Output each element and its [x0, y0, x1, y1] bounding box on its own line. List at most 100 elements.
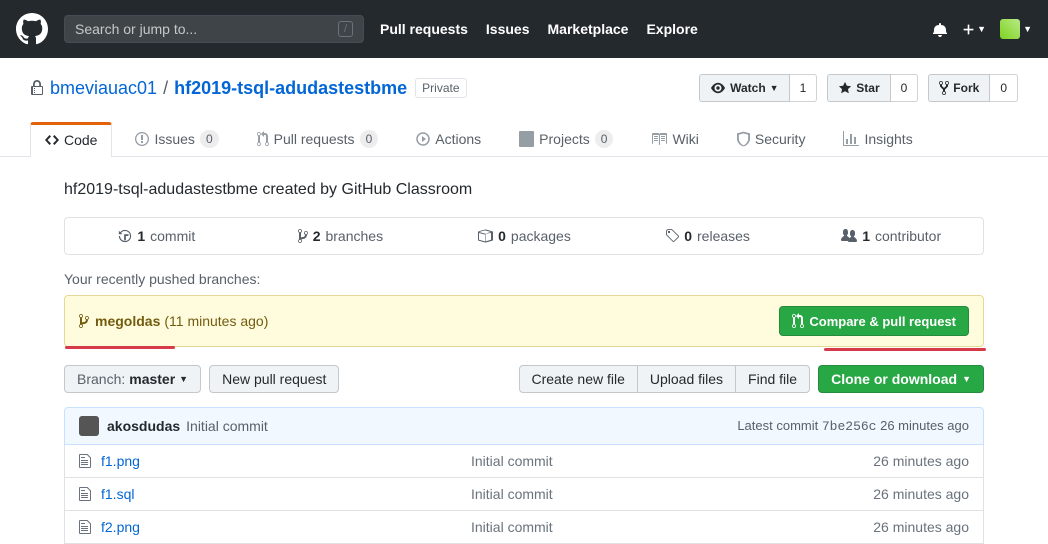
- nav-explore[interactable]: Explore: [646, 21, 697, 37]
- caret-down-icon: ▼: [1023, 24, 1032, 34]
- stat-packages[interactable]: 0 packages: [432, 218, 616, 254]
- repo-description: hf2019-tsql-adudastestbme created by Git…: [64, 181, 984, 199]
- repo-header: bmeviauac01 / hf2019-tsql-adudastestbme …: [0, 58, 1048, 102]
- repo-name-link[interactable]: hf2019-tsql-adudastestbme: [174, 78, 407, 99]
- nav-pull-requests[interactable]: Pull requests: [380, 21, 468, 37]
- caret-down-icon: ▼: [977, 24, 986, 34]
- caret-down-icon: ▼: [179, 374, 188, 384]
- file-name-link[interactable]: f2.png: [101, 519, 471, 535]
- find-file-button[interactable]: Find file: [735, 365, 810, 393]
- watch-count[interactable]: 1: [790, 74, 818, 102]
- branch-alert: megoldas (11 minutes ago) Compare & pull…: [64, 295, 984, 347]
- annotation-underline: [65, 346, 175, 349]
- nav-issues[interactable]: Issues: [486, 21, 530, 37]
- commit-bar: akosdudas Initial commit Latest commit 7…: [64, 407, 984, 445]
- nav-links: Pull requests Issues Marketplace Explore: [380, 21, 698, 37]
- file-actions-group: Create new file Upload files Find file: [519, 365, 811, 393]
- eye-icon: [710, 81, 726, 95]
- tab-insights[interactable]: Insights: [828, 122, 927, 156]
- graph-icon: [843, 131, 859, 147]
- main-container: hf2019-tsql-adudastestbme created by Git…: [34, 157, 1014, 544]
- issue-icon: [135, 131, 149, 147]
- tab-issues[interactable]: Issues0: [120, 122, 233, 156]
- file-row: f1.sqlInitial commit26 minutes ago: [64, 478, 984, 511]
- history-icon: [118, 229, 132, 243]
- code-icon: [45, 132, 59, 148]
- commit-author[interactable]: akosdudas: [107, 418, 180, 434]
- file-commit-msg[interactable]: Initial commit: [471, 453, 873, 469]
- pr-icon: [792, 313, 804, 329]
- tab-security[interactable]: Security: [722, 122, 821, 156]
- user-menu[interactable]: ▼: [1000, 19, 1032, 39]
- file-toolbar: Branch: master ▼ New pull request Create…: [64, 365, 984, 393]
- search-input[interactable]: [75, 21, 338, 37]
- fork-button[interactable]: Fork: [928, 74, 990, 102]
- stat-commits[interactable]: 1 commit: [65, 218, 249, 254]
- watch-button[interactable]: Watch▼: [699, 74, 789, 102]
- repo-owner-link[interactable]: bmeviauac01: [50, 78, 157, 99]
- commit-message[interactable]: Initial commit: [186, 418, 268, 434]
- tab-wiki[interactable]: Wiki: [636, 122, 713, 156]
- file-time: 26 minutes ago: [873, 519, 969, 535]
- plus-icon: [962, 23, 975, 36]
- repo-actions: Watch▼ 1 Star 0 Fork 0: [699, 74, 1018, 102]
- file-row: f1.pngInitial commit26 minutes ago: [64, 445, 984, 478]
- pushed-branches-label: Your recently pushed branches:: [64, 271, 984, 287]
- avatar-icon: [1000, 19, 1020, 39]
- pushed-branch-link[interactable]: megoldas: [95, 313, 160, 329]
- header-right: ▼ ▼: [932, 19, 1032, 39]
- file-icon: [79, 453, 91, 469]
- tab-code[interactable]: Code: [30, 122, 112, 157]
- stat-releases[interactable]: 0 releases: [616, 218, 800, 254]
- star-count[interactable]: 0: [891, 74, 919, 102]
- file-row: f2.pngInitial commit26 minutes ago: [64, 511, 984, 544]
- people-icon: [841, 228, 857, 244]
- fork-icon: [939, 80, 949, 96]
- file-list: f1.pngInitial commit26 minutes agof1.sql…: [64, 445, 984, 544]
- tab-projects[interactable]: Projects0: [504, 122, 628, 156]
- star-button[interactable]: Star: [827, 74, 890, 102]
- tab-actions[interactable]: Actions: [401, 122, 496, 156]
- new-menu[interactable]: ▼: [962, 23, 986, 36]
- nav-marketplace[interactable]: Marketplace: [548, 21, 629, 37]
- github-logo-icon[interactable]: [16, 13, 48, 45]
- notifications-icon[interactable]: [932, 21, 948, 37]
- pr-icon: [257, 131, 269, 147]
- tag-icon: [665, 228, 679, 244]
- new-pr-button[interactable]: New pull request: [209, 365, 339, 393]
- separator: /: [163, 78, 168, 99]
- stats-bar: 1 commit 2 branches 0 packages 0 release…: [64, 217, 984, 255]
- file-icon: [79, 519, 91, 535]
- file-commit-msg[interactable]: Initial commit: [471, 519, 873, 535]
- annotation-underline: [824, 348, 986, 351]
- avatar-icon[interactable]: [79, 416, 99, 436]
- commit-sha[interactable]: 7be256c: [822, 419, 877, 434]
- compare-pr-button[interactable]: Compare & pull request: [779, 306, 969, 336]
- tab-pull-requests[interactable]: Pull requests0: [242, 122, 394, 156]
- stat-branches[interactable]: 2 branches: [249, 218, 433, 254]
- file-time: 26 minutes ago: [873, 453, 969, 469]
- search-input-wrapper[interactable]: /: [64, 15, 364, 43]
- file-name-link[interactable]: f1.sql: [101, 486, 471, 502]
- clone-button[interactable]: Clone or download ▼: [818, 365, 984, 393]
- fork-count[interactable]: 0: [990, 74, 1018, 102]
- play-icon: [416, 131, 430, 147]
- project-icon: [519, 131, 534, 147]
- file-name-link[interactable]: f1.png: [101, 453, 471, 469]
- file-commit-msg[interactable]: Initial commit: [471, 486, 873, 502]
- package-icon: [477, 228, 493, 244]
- repo-title: bmeviauac01 / hf2019-tsql-adudastestbme …: [30, 74, 1018, 102]
- caret-down-icon: ▼: [962, 374, 971, 384]
- branch-select[interactable]: Branch: master ▼: [64, 365, 201, 393]
- top-header: / Pull requests Issues Marketplace Explo…: [0, 0, 1048, 58]
- book-icon: [651, 131, 667, 147]
- visibility-badge: Private: [415, 78, 466, 98]
- branch-icon: [79, 313, 89, 329]
- branch-icon: [298, 228, 308, 244]
- file-time: 26 minutes ago: [873, 486, 969, 502]
- lock-icon: [30, 80, 44, 96]
- upload-files-button[interactable]: Upload files: [637, 365, 736, 393]
- create-file-button[interactable]: Create new file: [519, 365, 638, 393]
- star-icon: [838, 81, 852, 95]
- stat-contributors[interactable]: 1 contributor: [799, 218, 983, 254]
